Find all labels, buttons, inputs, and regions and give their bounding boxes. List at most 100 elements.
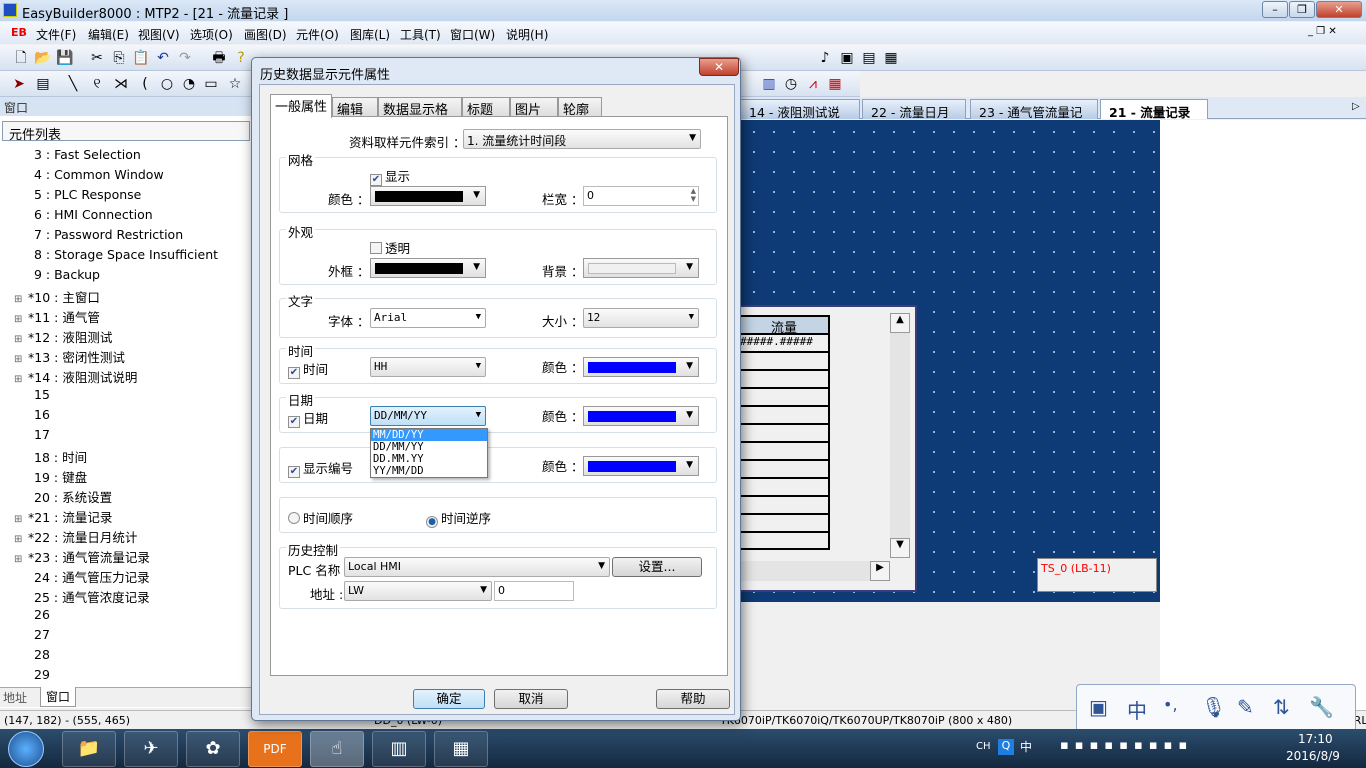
date-checkbox[interactable]: ✔ 日期 — [288, 408, 328, 428]
menu-item[interactable]: 元件(O) — [296, 26, 339, 43]
ts-label-object[interactable]: TS_0 (LB-11) — [1037, 558, 1157, 592]
tab-picture[interactable]: 图片 — [510, 97, 558, 118]
ime-logo-icon[interactable]: ▣ — [1089, 695, 1108, 719]
microphone-icon[interactable]: 🎙 — [1201, 695, 1226, 719]
doc-tab-21-active[interactable]: 21 - 流量记录 ✕ — [1100, 99, 1208, 136]
menu-item[interactable]: 画图(D) — [244, 26, 287, 43]
spinner-arrows-icon[interactable]: ▲ ▼ — [691, 187, 696, 203]
tree-item[interactable]: 18 : 时间 — [14, 447, 87, 467]
spline-icon[interactable]: ⋊ — [112, 75, 130, 93]
circle-icon[interactable]: ○ — [158, 75, 176, 93]
tree-item[interactable]: 6 : HMI Connection — [14, 207, 153, 227]
expand-icon[interactable]: ⊞ — [14, 514, 28, 525]
radio-time-descending[interactable]: ● 时间逆序 — [426, 508, 491, 528]
scroll-right-icon[interactable]: ▶ — [870, 561, 890, 581]
tab-scroll-right-icon[interactable]: ▷ — [1352, 101, 1360, 112]
column-width-spinner[interactable]: 0 ▲ ▼ — [583, 186, 699, 206]
properties-icon[interactable]: ▤ — [34, 75, 52, 93]
expand-icon[interactable]: ⊞ — [14, 314, 28, 325]
tree-item[interactable]: ⊞ *23 : 通气管流量记录 — [14, 547, 150, 567]
tab-data-format[interactable]: 数据显示格式 — [378, 97, 462, 137]
number-color-picker[interactable]: ▼ — [583, 456, 699, 476]
expand-icon[interactable]: ⊞ — [14, 534, 28, 545]
tree-item[interactable]: 15 — [14, 387, 50, 407]
history-table-icon[interactable]: ▦ — [826, 75, 844, 93]
new-file-icon[interactable]: 🗋 — [12, 49, 30, 67]
tab-general[interactable]: 一般属性 — [270, 94, 332, 118]
menu-item[interactable]: 编辑(E) — [88, 26, 129, 43]
dialog-close-button[interactable]: ✕ — [699, 58, 739, 76]
horizontal-scrollbar[interactable]: ▶ — [740, 561, 890, 581]
print-icon[interactable]: 🖶 — [210, 49, 228, 67]
explorer-icon[interactable]: 📁 — [62, 731, 116, 767]
bar-chart-icon[interactable]: ▥ — [760, 75, 778, 93]
copy-icon[interactable]: ⎘ — [110, 49, 128, 67]
tree-item[interactable]: ⊞ *12 : 液阻测试 — [14, 327, 112, 347]
rectangle-icon[interactable]: ▭ — [202, 75, 220, 93]
clock-time[interactable]: 17:10 — [1298, 732, 1333, 746]
tree-item[interactable]: 4 : Common Window — [14, 167, 164, 187]
polyline-icon[interactable]: ୧ — [88, 75, 106, 93]
tree-item[interactable]: 9 : Backup — [14, 267, 100, 287]
tree-item[interactable]: ⊞ *22 : 流量日月统计 — [14, 527, 137, 547]
frame-color-picker[interactable]: ▼ — [370, 258, 486, 278]
calculator-icon[interactable]: ▦ — [434, 731, 488, 767]
tree-item[interactable]: 25 : 通气管浓度记录 — [14, 587, 150, 607]
plc-name-select[interactable]: Local HMI ▼ — [344, 557, 610, 577]
tree-item[interactable]: 28 — [14, 647, 50, 667]
wrench-icon[interactable]: 🔧 — [1309, 695, 1334, 719]
minimize-button[interactable]: – — [1262, 1, 1288, 18]
date-format-option[interactable]: DD/MM/YY — [371, 441, 487, 453]
tree-item[interactable]: ⊞ *13 : 密闭性测试 — [14, 347, 125, 367]
tree-item[interactable]: ⊞ *10 : 主窗口 — [14, 287, 100, 307]
ime-punct[interactable]: •, — [1163, 695, 1178, 714]
tree-item[interactable]: 27 — [14, 627, 50, 647]
cut-icon[interactable]: ✂ — [88, 49, 106, 67]
redo-icon[interactable]: ↷ — [176, 49, 194, 67]
expand-icon[interactable]: ⊞ — [14, 294, 28, 305]
menu-item[interactable]: 工具(T) — [400, 26, 441, 43]
grid-show-checkbox[interactable]: ✔ 显示 — [370, 166, 410, 186]
time-format-select[interactable]: HH ▼ — [370, 357, 486, 377]
tab-window[interactable]: 窗口 — [40, 687, 77, 707]
music-icon[interactable]: ♪ — [816, 49, 834, 67]
date-format-option[interactable]: DD.MM.YY — [371, 453, 487, 465]
show-number-checkbox[interactable]: ✔ 显示编号 — [288, 458, 353, 478]
qq-input-icon[interactable]: Q — [998, 739, 1014, 755]
tab-edit[interactable]: 编辑 — [332, 97, 378, 118]
tab-address[interactable]: 地址 — [3, 689, 27, 706]
history-data-display-object[interactable]: 流量 #####.##### ▲ ▼ ▶ — [740, 305, 917, 592]
grid-color-picker[interactable]: ▼ — [370, 186, 486, 206]
date-format-option[interactable]: YY/MM/DD — [371, 465, 487, 477]
expand-icon[interactable]: ⊞ — [14, 374, 28, 385]
pdf-icon[interactable]: PDF — [248, 731, 302, 767]
arc-icon[interactable]: ( — [136, 75, 154, 93]
cancel-button[interactable]: 取消 — [494, 689, 568, 709]
tree-item[interactable]: 7 : Password Restriction — [14, 227, 183, 247]
color-app-icon[interactable]: ✿ — [186, 731, 240, 767]
sort-icon[interactable]: ⇅ — [1273, 695, 1290, 719]
object-icon[interactable]: ▦ — [882, 49, 900, 67]
menu-item[interactable]: 说明(H) — [506, 26, 548, 43]
menu-item[interactable]: 文件(F) — [36, 26, 76, 43]
object-list-dropdown[interactable]: 元件列表 — [2, 121, 250, 143]
address-type-select[interactable]: LW ▼ — [344, 581, 492, 601]
bird-app-icon[interactable]: ✈ — [124, 731, 178, 767]
open-folder-icon[interactable]: 📂 — [34, 49, 52, 67]
ok-button[interactable]: 确定 — [413, 689, 485, 709]
tree-item[interactable]: 3 : Fast Selection — [14, 147, 141, 167]
save-icon[interactable]: 💾 — [56, 49, 74, 67]
radio-time-ascending[interactable]: 时间顺序 — [288, 508, 353, 527]
tree-item[interactable]: ⊞ *11 : 通气管 — [14, 307, 100, 327]
date-format-select[interactable]: DD/MM/YY ▼ — [370, 406, 486, 426]
paste-icon[interactable]: 📋 — [132, 49, 150, 67]
scroll-up-icon[interactable]: ▲ — [890, 313, 910, 333]
time-checkbox[interactable]: ✔ 时间 — [288, 359, 328, 379]
easybuilder-icon[interactable]: ☝ — [310, 731, 364, 767]
restore-button[interactable]: ❐ — [1289, 1, 1315, 18]
tree-item[interactable]: 29 — [14, 667, 50, 682]
vertical-scrollbar[interactable]: ▲ ▼ — [890, 313, 910, 558]
tree-item[interactable]: 17 — [14, 427, 50, 447]
tray-icons[interactable]: ▪▪▪▪▪▪▪▪▪ — [1060, 738, 1193, 753]
sampling-select[interactable]: 1. 流量统计时间段 ▼ — [463, 129, 701, 149]
